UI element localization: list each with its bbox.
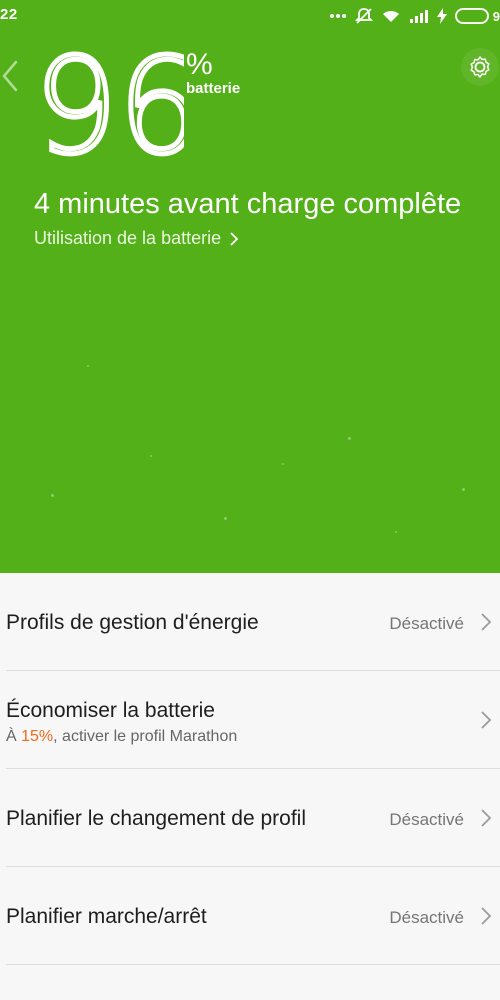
battery-hero: 22 9 96 % batterie 4 minutes avant charg…	[0, 0, 500, 573]
silent-icon	[354, 7, 373, 25]
power-schedule-item[interactable]: Planifier marche/arrêt Désactivé	[0, 867, 500, 965]
sparkle-particle	[150, 455, 152, 457]
chevron-right-icon	[478, 807, 494, 829]
sparkle-particle	[51, 494, 54, 497]
battery-percent-text: 9	[492, 8, 500, 24]
sparkle-particle	[395, 531, 397, 533]
svg-text:96: 96	[34, 40, 184, 170]
sparkle-particle	[282, 463, 284, 465]
settings-button[interactable]	[461, 48, 499, 86]
battery-settings-list: Profils de gestion d'énergie Désactivé É…	[0, 573, 500, 1000]
chevron-right-icon	[478, 709, 494, 731]
battery-percent-value: 96	[32, 28, 205, 187]
profile-schedule-item[interactable]: Planifier le changement de profil Désact…	[0, 769, 500, 867]
divider	[6, 964, 500, 965]
list-item-title: Profils de gestion d'énergie	[6, 611, 259, 634]
list-item-value: Désactivé	[389, 908, 464, 927]
status-bar: 22 9	[0, 0, 500, 36]
battery-icon: 9	[454, 8, 500, 24]
signal-icon	[409, 8, 429, 24]
chevron-right-icon	[478, 611, 494, 633]
charge-eta: 4 minutes avant charge complête	[34, 188, 462, 220]
battery-label: batterie	[186, 80, 241, 97]
sparkle-particle	[462, 488, 465, 491]
battery-saver-item[interactable]: Économiser la batterie À 15%, activer le…	[0, 671, 500, 769]
status-time: 22	[0, 6, 18, 23]
sparkle-particle	[348, 437, 351, 440]
sparkle-particle	[224, 517, 227, 520]
battery-usage-label: Utilisation de la batterie	[34, 228, 222, 248]
gear-icon	[468, 55, 492, 79]
subtitle-suffix: , activer le profil Marathon	[53, 728, 238, 745]
subtitle-accent-value: 15%	[21, 728, 54, 745]
list-item-subtitle: À 15%, activer le profil Marathon	[6, 728, 237, 746]
list-item-title: Planifier marche/arrêt	[6, 905, 207, 928]
list-item-value: Désactivé	[389, 614, 464, 633]
chevron-right-icon	[229, 231, 239, 247]
status-icons: 9	[329, 6, 500, 26]
power-profiles-item[interactable]: Profils de gestion d'énergie Désactivé	[0, 573, 500, 671]
list-item-value: Désactivé	[389, 810, 464, 829]
list-item-title: Planifier le changement de profil	[6, 807, 307, 830]
sparkle-particle	[87, 365, 89, 367]
charging-bolt-icon	[436, 8, 447, 24]
subtitle-prefix: À	[6, 728, 22, 745]
more-dots-icon	[329, 13, 347, 19]
back-icon[interactable]	[0, 56, 24, 96]
chevron-right-icon	[478, 905, 494, 927]
battery-usage-link[interactable]: Utilisation de la batterie	[34, 228, 239, 249]
percent-sign: %	[186, 48, 213, 81]
list-item-title: Économiser la batterie	[6, 699, 215, 722]
wifi-icon	[381, 8, 401, 24]
